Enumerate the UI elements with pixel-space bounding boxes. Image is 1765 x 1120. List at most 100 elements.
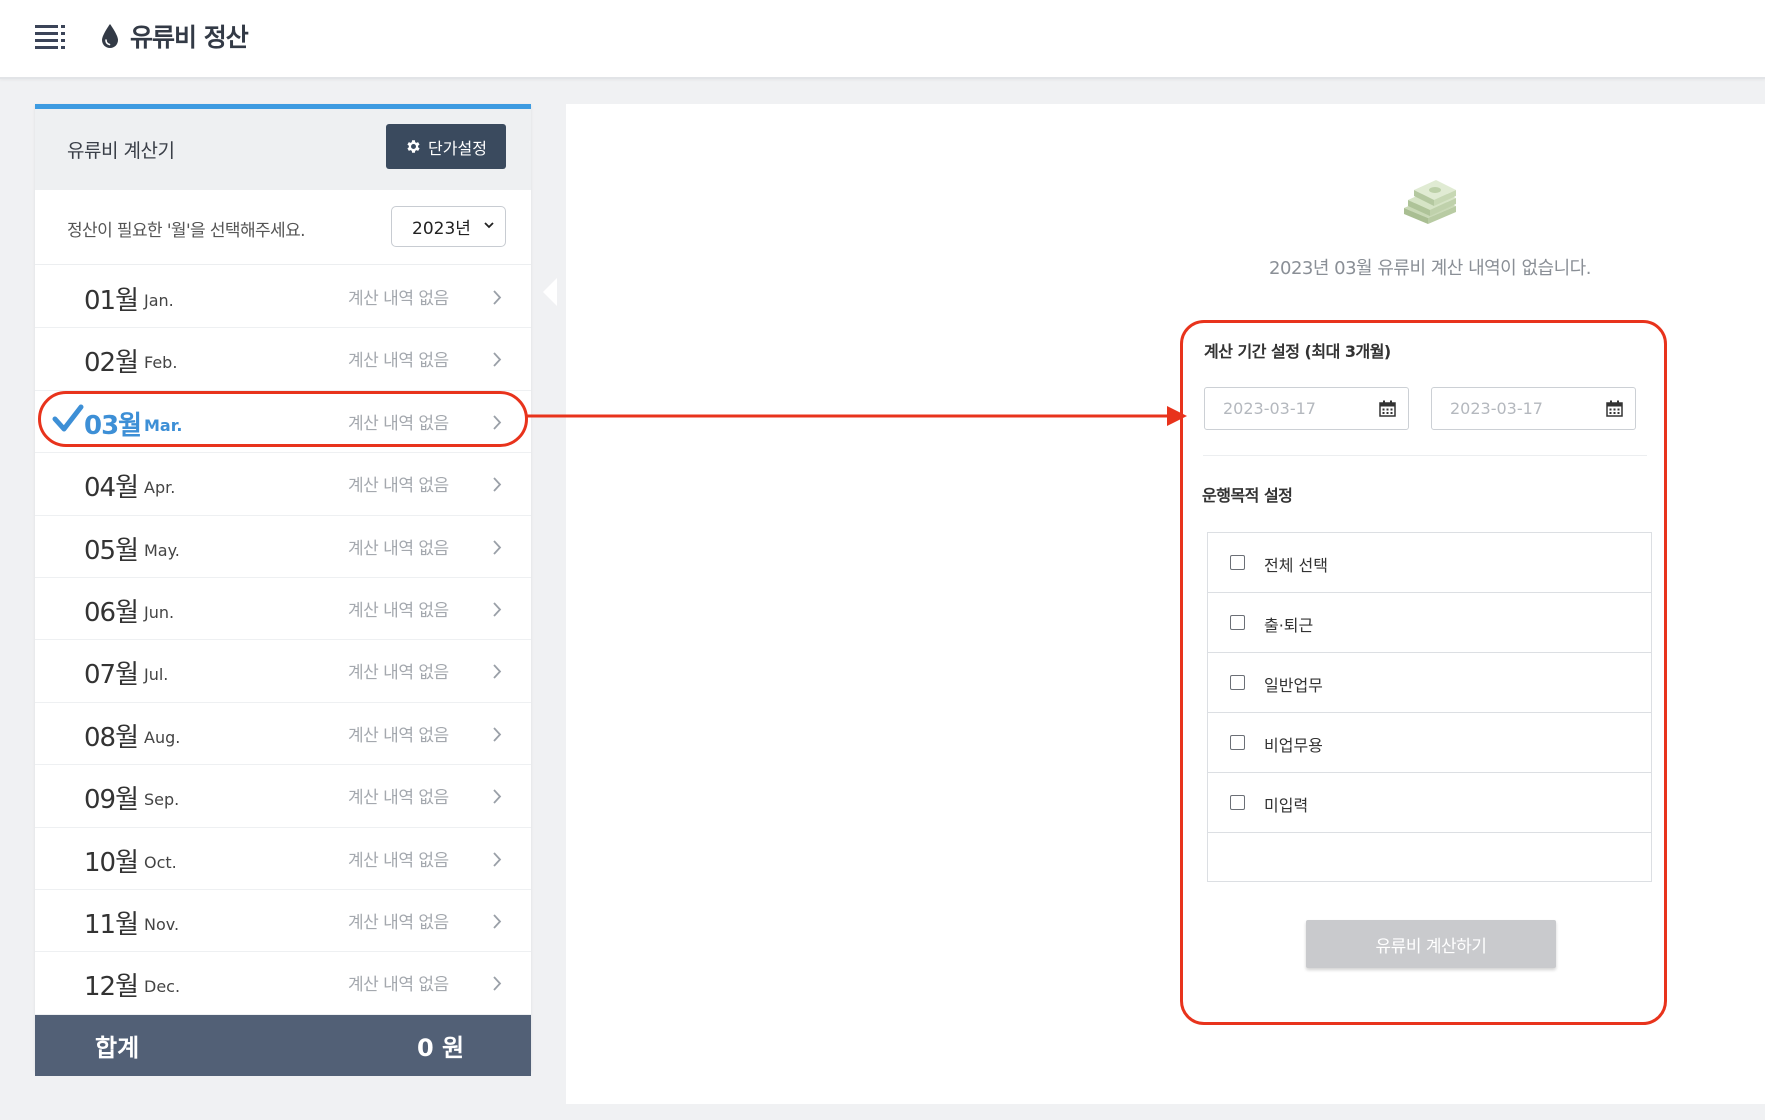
year-selector-row: 정산이 필요한 '월'을 선택해주세요. 2023년 — [35, 190, 531, 265]
chevron-right-icon — [493, 976, 502, 991]
calendar-icon — [1379, 400, 1396, 417]
calendar-icon — [1606, 400, 1623, 417]
total-value: 0 원 — [417, 1034, 465, 1062]
purpose-label: 전체 선택 — [1264, 556, 1328, 575]
chevron-right-icon — [493, 352, 502, 368]
gear-icon — [407, 140, 420, 153]
purpose-option[interactable]: 전체 선택 — [1208, 533, 1651, 593]
chevron-right-icon — [493, 727, 502, 742]
chevron-right-icon — [493, 664, 502, 679]
month-row[interactable]: 05월 May. 계산 내역 없음 — [35, 516, 531, 578]
month-abbr: Jun. — [144, 602, 175, 622]
year-select-value: 2023년 — [412, 219, 471, 239]
empty-history-message: 2023년 03월 유류비 계산 내역이 없습니다. — [1269, 258, 1591, 279]
month-abbr: Jul. — [144, 665, 169, 685]
month-number: 07월 — [84, 660, 139, 691]
purpose-option[interactable]: 비업무용 — [1208, 713, 1651, 773]
year-select[interactable]: 2023년 — [391, 206, 506, 247]
purpose-option[interactable]: 출·퇴근 — [1208, 593, 1651, 653]
month-number: 03월 — [84, 410, 142, 441]
month-row[interactable]: 04월 Apr. 계산 내역 없음 — [35, 453, 531, 516]
unit-price-settings-button[interactable]: 단가설정 — [386, 124, 506, 169]
month-abbr: Dec. — [144, 977, 181, 997]
month-abbr: Jan. — [144, 291, 174, 310]
app-title: 유류비 정산 — [100, 18, 249, 54]
month-row[interactable]: 10월 Oct. 계산 내역 없음 — [35, 828, 531, 890]
calculate-fuel-button[interactable]: 유류비 계산하기 — [1306, 920, 1556, 968]
month-abbr: Apr. — [144, 478, 176, 498]
year-prompt: 정산이 필요한 '월'을 선택해주세요. — [67, 221, 306, 241]
month-number: 10월 — [84, 847, 139, 878]
end-date-input[interactable]: 2023-03-17 — [1431, 387, 1636, 430]
month-abbr: Oct. — [144, 852, 177, 872]
month-number: 05월 — [84, 535, 139, 566]
month-status: 계산 내역 없음 — [348, 538, 449, 559]
month-number: 01월 — [84, 286, 139, 316]
purpose-label: 일반업무 — [1264, 676, 1323, 695]
purpose-checkbox[interactable] — [1230, 615, 1245, 630]
month-number: 02월 — [84, 348, 139, 379]
hamburger-menu-icon[interactable] — [35, 25, 65, 51]
purpose-checkbox[interactable] — [1230, 555, 1245, 570]
droplet-icon — [102, 24, 118, 48]
month-row[interactable]: 01월 Jan. 계산 내역 없음 — [35, 266, 531, 329]
month-status: 계산 내역 없음 — [348, 413, 449, 434]
month-row[interactable]: 11월 Nov. 계산 내역 없음 — [35, 890, 531, 953]
month-row[interactable]: 12월 Dec. 계산 내역 없음 — [35, 952, 531, 1015]
month-number: 06월 — [84, 597, 139, 628]
month-number: 09월 — [84, 785, 139, 816]
unit-price-settings-label: 단가설정 — [428, 138, 487, 158]
month-list: 01월 Jan. 계산 내역 없음 02월 Feb. 계산 내역 없음 03월 Mar. 계산 … — [35, 266, 531, 1015]
month-row[interactable]: 03월 Mar. 계산 내역 없음 — [35, 390, 531, 454]
top-bar: 유류비 정산 — [0, 0, 1765, 79]
month-status: 계산 내역 없음 — [348, 351, 449, 372]
month-row[interactable]: 07월 Jul. 계산 내역 없음 — [35, 640, 531, 703]
purpose-option[interactable]: 일반업무 — [1208, 653, 1651, 713]
month-status: 계산 내역 없음 — [348, 912, 449, 933]
money-stack-icon — [1404, 180, 1456, 224]
month-row[interactable]: 08월 Aug. 계산 내역 없음 — [35, 703, 531, 766]
month-status: 계산 내역 없음 — [348, 975, 449, 996]
divider — [1203, 455, 1647, 456]
month-abbr: Feb. — [144, 353, 178, 373]
month-row[interactable]: 02월 Feb. 계산 내역 없음 — [35, 328, 531, 391]
chevron-right-icon — [493, 477, 502, 492]
panel-header: 유류비 계산기 단가설정 — [35, 109, 531, 190]
start-date-input[interactable]: 2023-03-17 — [1204, 387, 1409, 430]
chevron-right-icon — [493, 914, 502, 929]
chevron-right-icon — [493, 415, 502, 430]
purpose-label: 미입력 — [1264, 796, 1309, 815]
panel-pointer — [543, 278, 557, 306]
purpose-list: 전체 선택출·퇴근일반업무비업무용미입력 — [1207, 532, 1652, 882]
month-row[interactable]: 09월 Sep. 계산 내역 없음 — [35, 765, 531, 828]
month-status: 계산 내역 없음 — [348, 600, 449, 621]
fuel-calculator-panel: 유류비 계산기 단가설정 정산이 필요한 '월'을 선택해주세요. 2023년 … — [35, 104, 531, 1076]
purpose-checkbox[interactable] — [1230, 735, 1245, 750]
month-abbr: Nov. — [144, 914, 180, 934]
month-status: 계산 내역 없음 — [348, 289, 449, 309]
chevron-right-icon — [493, 539, 502, 555]
month-number: 11월 — [84, 909, 139, 940]
total-label: 합계 — [95, 1034, 140, 1062]
checkmark-icon — [52, 404, 84, 432]
chevron-right-icon — [493, 602, 502, 617]
month-number: 04월 — [84, 473, 139, 504]
period-title: 계산 기간 설정 (최대 3개월) — [1204, 342, 1391, 361]
month-row[interactable]: 06월 Jun. 계산 내역 없음 — [35, 578, 531, 641]
month-status: 계산 내역 없음 — [348, 725, 449, 746]
month-status: 계산 내역 없음 — [348, 476, 449, 497]
page-title: 유류비 정산 — [130, 23, 249, 52]
purpose-option[interactable]: 미입력 — [1208, 773, 1651, 833]
purpose-list-spacer — [1208, 833, 1651, 881]
chevron-right-icon — [493, 290, 502, 305]
purpose-checkbox[interactable] — [1230, 675, 1245, 690]
month-abbr: May. — [144, 540, 180, 560]
chevron-down-icon — [484, 222, 494, 229]
purpose-checkbox[interactable] — [1230, 795, 1245, 810]
month-status: 계산 내역 없음 — [348, 788, 449, 809]
total-bar: 합계 0 원 — [35, 1015, 531, 1076]
month-number: 12월 — [84, 972, 139, 1003]
start-date-value: 2023-03-17 — [1223, 399, 1316, 418]
month-status: 계산 내역 없음 — [348, 850, 449, 871]
month-abbr: Aug. — [144, 727, 181, 747]
